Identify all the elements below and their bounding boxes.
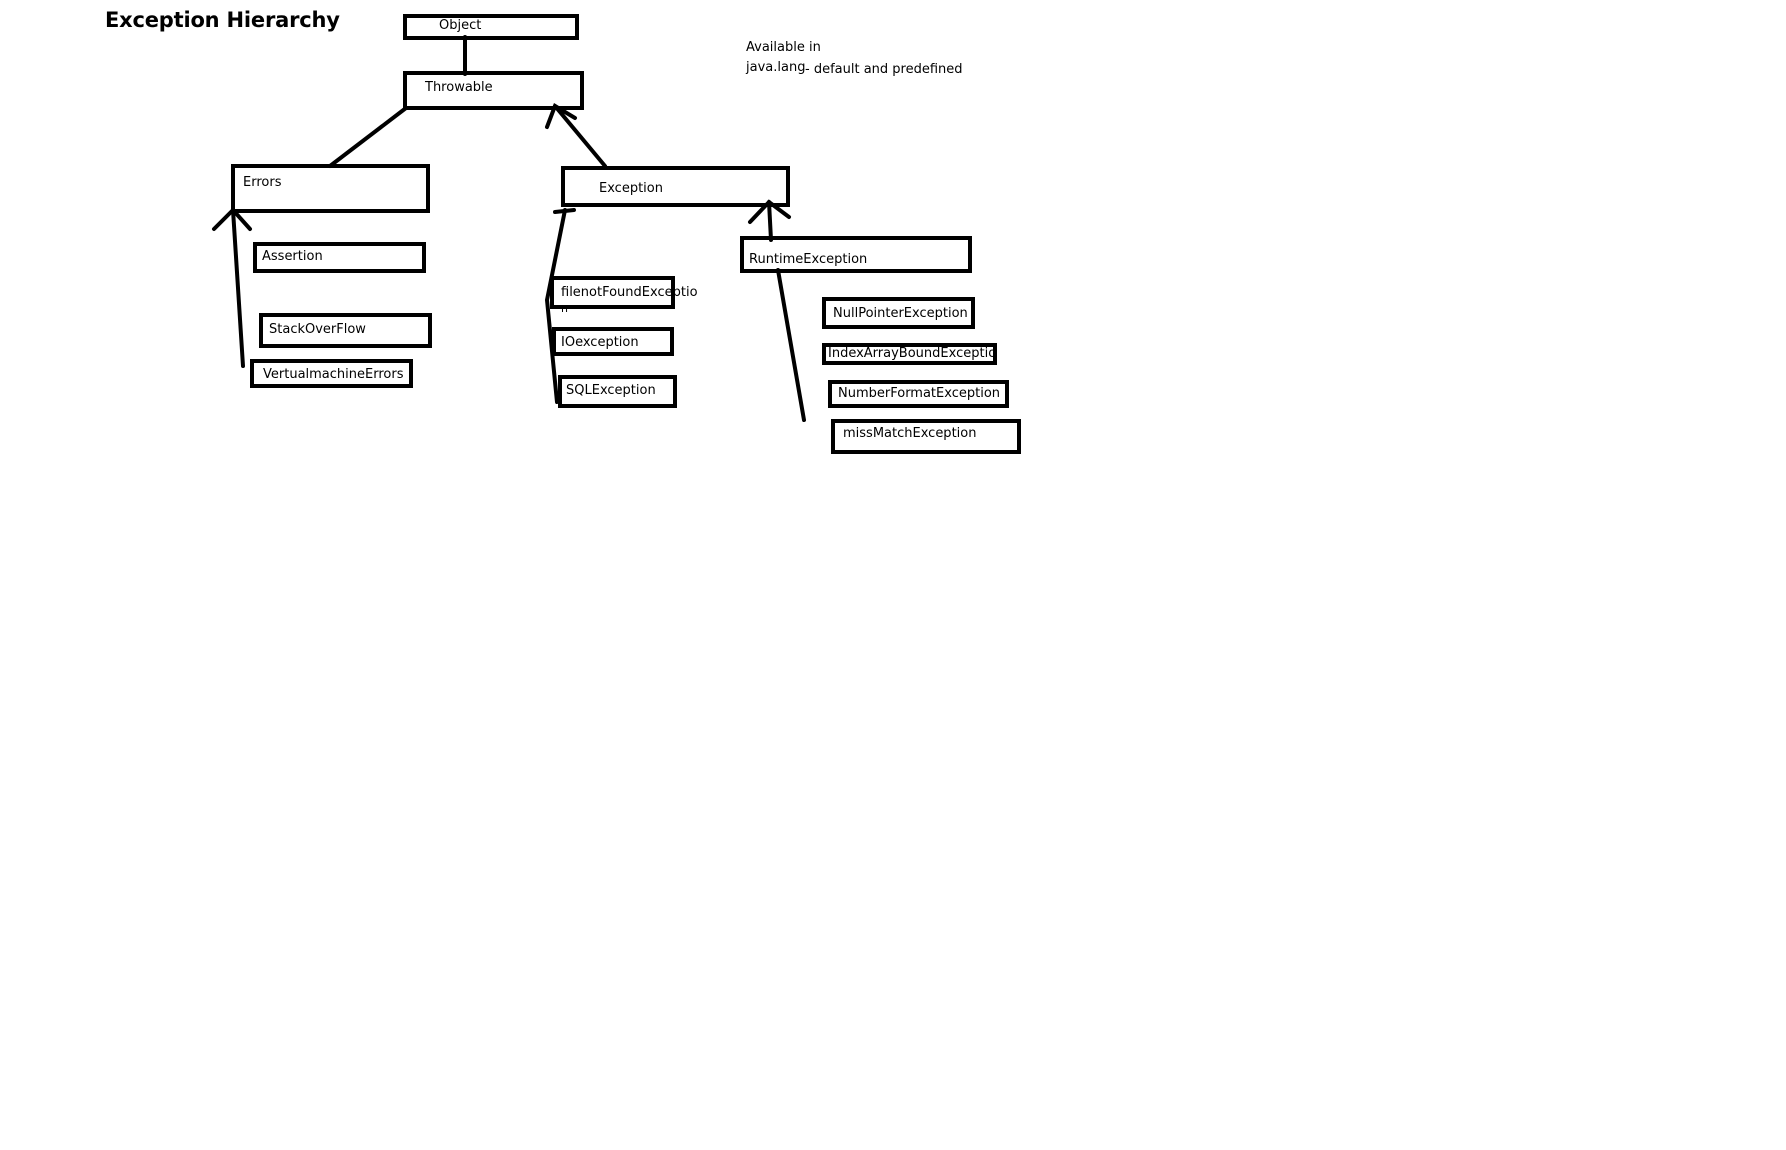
node-exception-label: Exception	[599, 181, 663, 196]
connector-throwable-errors	[328, 106, 408, 168]
node-ioexception-label: IOexception	[561, 335, 639, 350]
node-filenotfound-label-wrap: n	[561, 302, 568, 315]
node-nullpointer-label: NullPointerException	[833, 306, 968, 321]
note-line-2b: - default and predefined	[805, 62, 963, 77]
note-line-1: Available in	[746, 40, 821, 55]
arrow-exception-throwable	[553, 104, 607, 168]
node-sqlexception-label: SQLException	[566, 383, 656, 398]
node-numberformat-label: NumberFormatException	[838, 386, 1001, 401]
node-missmatch-label: missMatchException	[843, 426, 977, 441]
note-line-2a: java.lang	[746, 60, 806, 75]
node-assertion-label: Assertion	[262, 249, 323, 264]
arrowhead-checked	[553, 208, 576, 214]
arrow-runtime-exception	[767, 200, 773, 242]
diagram-canvas: Exception Hierarchy Available in java.la…	[0, 0, 1786, 1150]
node-throwable-label: Throwable	[425, 80, 493, 95]
arrow-runtime-children	[776, 268, 806, 422]
arrow-errors-children	[231, 208, 245, 368]
node-object-box	[403, 14, 579, 40]
node-exception-box	[561, 166, 790, 207]
node-errors-label: Errors	[243, 175, 282, 190]
node-runtime-exception-label: RuntimeException	[749, 252, 868, 267]
node-stackoverflow-label: StackOverFlow	[269, 322, 366, 337]
page-title: Exception Hierarchy	[105, 8, 340, 32]
node-filenotfound-label: filenotFoundExceptio	[561, 285, 698, 300]
node-virtualmachine-errors-label: VertualmachineErrors	[263, 367, 404, 382]
node-object-label: Object	[439, 18, 482, 33]
node-indexarraybound-label: IndexArrayBoundExceptio	[828, 346, 997, 361]
